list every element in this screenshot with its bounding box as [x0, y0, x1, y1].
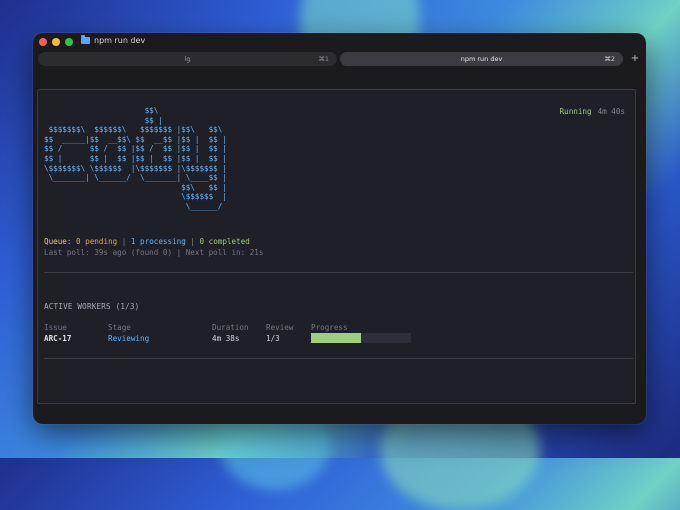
- worker-review: 1/3: [266, 334, 280, 343]
- new-tab-button[interactable]: +: [629, 52, 641, 66]
- close-button[interactable]: [39, 38, 47, 46]
- status-elapsed: 4m 40s: [597, 107, 625, 116]
- queue-completed: 0 completed: [199, 237, 250, 246]
- tab-shortcut: ⌘2: [604, 55, 615, 63]
- run-status: Running 4m 40s: [560, 107, 625, 116]
- tab-label: npm run dev: [460, 55, 503, 63]
- tab-lg[interactable]: lg ⌘1: [38, 52, 337, 66]
- folder-icon: [81, 35, 90, 44]
- tab-label: lg: [184, 55, 191, 63]
- zoom-button[interactable]: [65, 38, 73, 46]
- queue-separator: |: [121, 237, 127, 246]
- workers-section-title: ACTIVE WORKERS (1/3): [44, 302, 140, 311]
- tab-npm-run-dev[interactable]: npm run dev ⌘2: [340, 52, 623, 66]
- column-header-progress: Progress: [311, 323, 348, 332]
- queue-summary: Queue: 0 pending | 1 processing | 0 comp…: [44, 237, 250, 246]
- status-state: Running: [559, 107, 592, 116]
- ascii-logo: $$\ $$ | $$$$$$$\ $$$$$$\ $$$$$$$ |$$\ $…: [44, 106, 227, 211]
- column-header-stage: Stage: [108, 323, 131, 332]
- terminal-window: npm run dev lg ⌘1 npm run dev ⌘2 + Runni…: [33, 33, 646, 424]
- queue-processing: 1 processing: [130, 237, 186, 246]
- worker-progress-bar: [311, 333, 411, 343]
- column-header-review: Review: [266, 323, 294, 332]
- minimize-button[interactable]: [52, 38, 60, 46]
- divider: [44, 272, 633, 273]
- queue-separator: |: [190, 237, 195, 246]
- poll-status: Last poll: 39s ago (found 0) | Next poll…: [44, 248, 264, 257]
- worker-progress-fill: [311, 333, 361, 343]
- title-bar: npm run dev: [33, 33, 646, 51]
- divider: [44, 358, 633, 359]
- tab-bar: lg ⌘1 npm run dev ⌘2 +: [37, 52, 642, 66]
- worker-stage: Reviewing: [108, 334, 150, 343]
- column-header-issue: Issue: [44, 323, 67, 332]
- queue-pending: 0 pending: [76, 237, 118, 246]
- worker-duration: 4m 38s: [212, 334, 240, 343]
- column-header-duration: Duration: [212, 323, 249, 332]
- terminal-pane[interactable]: Running 4m 40s $$\ $$ | $$$$$$$\ $$$$$$\ …: [37, 89, 636, 404]
- window-title: npm run dev: [81, 35, 146, 45]
- worker-issue: ARC-17: [44, 334, 72, 343]
- window-title-text: npm run dev: [94, 36, 146, 45]
- queue-label: Queue:: [44, 237, 72, 246]
- tab-shortcut: ⌘1: [318, 55, 329, 63]
